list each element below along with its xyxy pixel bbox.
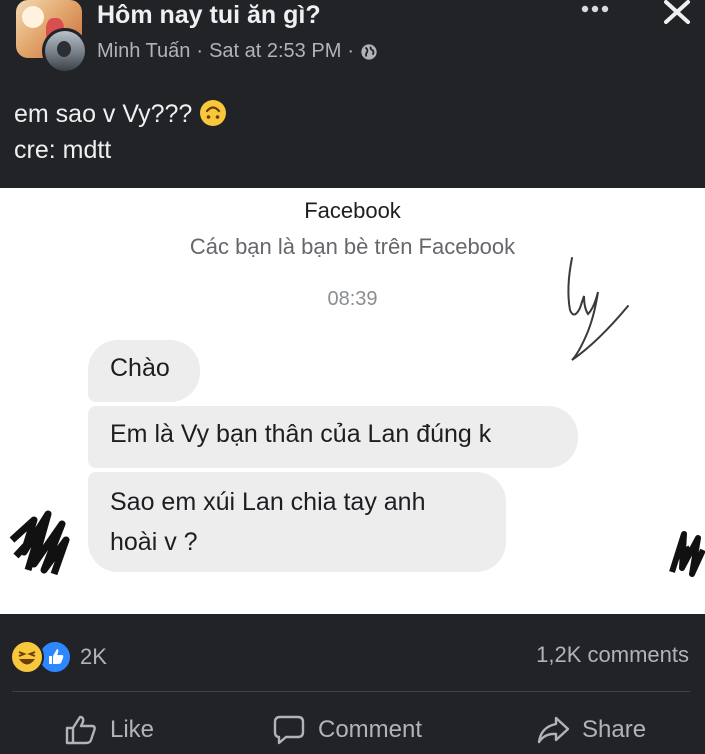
message-bubble[interactable]: Chào xyxy=(88,340,200,402)
screenshot-title: Facebook xyxy=(304,198,401,223)
comment-button[interactable]: Comment xyxy=(272,714,422,746)
post-timestamp[interactable]: Sat at 2:53 PM xyxy=(209,40,341,63)
group-name-link[interactable]: Hôm nay tui ăn gì? xyxy=(97,1,321,30)
user-avatar[interactable] xyxy=(42,28,88,74)
thumbs-up-icon xyxy=(65,715,96,745)
message-bubble[interactable]: Sao em xúi Lan chia tay anh hoài v ? xyxy=(88,472,506,572)
redaction-scribble xyxy=(669,531,705,577)
meta-separator: · xyxy=(347,40,355,62)
like-button[interactable]: Like xyxy=(64,714,154,746)
post-header: Hôm nay tui ăn gì? Minh Tuấn · Sat at 2:… xyxy=(0,0,705,80)
author-name-link[interactable]: Minh Tuấn xyxy=(97,40,190,63)
message-text: Sao em xúi Lan chia tay anh xyxy=(110,488,426,516)
comment-icon xyxy=(273,715,305,745)
post-meta: Minh Tuấn · Sat at 2:53 PM · xyxy=(97,40,378,63)
post-stats: 2K 1,2K comments xyxy=(0,614,705,692)
post-actions-bar: Like Comment Share xyxy=(0,700,705,754)
reactions-summary[interactable]: 2K xyxy=(10,640,107,674)
message-text: Chào xyxy=(110,354,170,382)
message-text: Em là Vy bạn thân của Lan đúng k xyxy=(110,420,492,448)
divider xyxy=(12,691,690,692)
redaction-scribble xyxy=(9,510,70,576)
handwritten-signature xyxy=(567,257,629,361)
comments-count-link[interactable]: 1,2K comments xyxy=(536,642,689,668)
post-text: em sao v Vy??? cre: mdtt xyxy=(14,96,227,168)
share-icon xyxy=(537,716,570,744)
share-label: Share xyxy=(582,716,647,743)
group-avatar[interactable] xyxy=(16,0,96,75)
like-label: Like xyxy=(110,716,155,743)
meta-separator: · xyxy=(196,40,204,62)
globe-icon xyxy=(361,43,377,60)
comment-label: Comment xyxy=(318,716,423,743)
upside-down-face-emoji xyxy=(200,100,227,126)
post-text-line: em sao v Vy??? xyxy=(14,96,227,132)
share-button[interactable]: Share xyxy=(536,714,646,746)
haha-reaction-icon xyxy=(10,640,44,674)
message-text: hoài v ? xyxy=(110,528,198,556)
post-credit: cre: mdtt xyxy=(14,136,112,164)
post-text-content: em sao v Vy??? xyxy=(14,100,193,128)
embedded-screenshot[interactable]: Facebook Các bạn là bạn bè trên Facebook… xyxy=(0,188,705,614)
close-icon[interactable] xyxy=(662,0,692,24)
message-bubble[interactable]: Em là Vy bạn thân của Lan đúng k xyxy=(88,406,578,468)
more-icon[interactable] xyxy=(580,2,610,16)
reaction-count: 2K xyxy=(80,644,107,669)
